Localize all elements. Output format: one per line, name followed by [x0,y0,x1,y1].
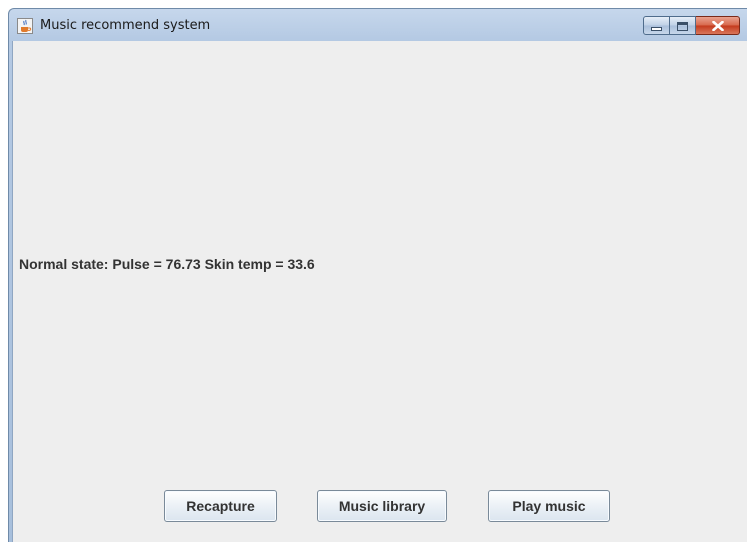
maximize-icon [677,16,688,35]
close-button[interactable] [696,16,740,35]
maximize-button[interactable] [670,16,696,35]
play-music-button[interactable]: Play music [488,490,610,522]
title-bar[interactable]: Music recommend system [9,9,747,41]
music-library-button[interactable]: Music library [317,490,447,522]
close-icon [711,16,724,35]
recapture-button[interactable]: Recapture [164,490,277,522]
content-panel: Normal state: Pulse = 76.73 Skin temp = … [12,41,747,542]
window-title: Music recommend system [40,18,211,33]
state-readout-label: Normal state: Pulse = 76.73 Skin temp = … [19,256,315,272]
minimize-button[interactable] [643,16,670,35]
window-controls [643,16,740,35]
app-window: Music recommend system Normal state: Pul… [8,8,747,542]
java-cup-icon [17,18,33,34]
minimize-icon [651,16,662,35]
